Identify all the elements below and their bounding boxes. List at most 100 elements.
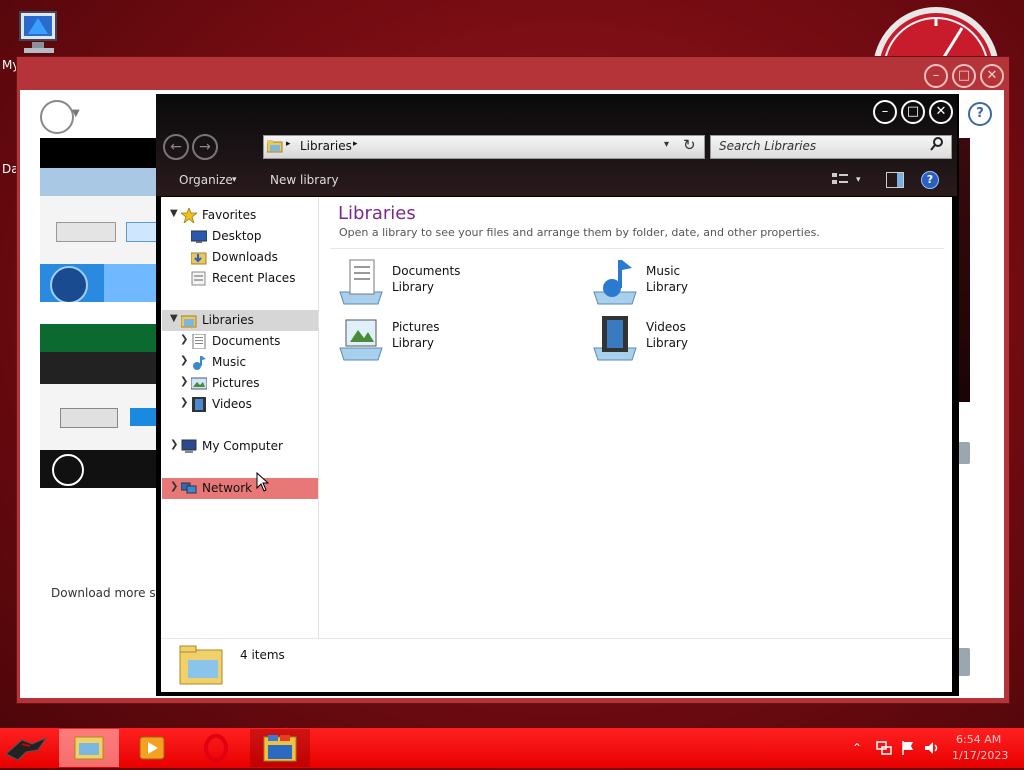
nav-label: Videos (212, 397, 252, 411)
breadcrumb-separator[interactable]: ▸ (353, 139, 358, 149)
libraries-folder-icon (178, 642, 226, 688)
breadcrumb-libraries[interactable]: Libraries (300, 139, 352, 153)
star-icon (179, 206, 199, 225)
chevron-down-icon[interactable]: ▼ (170, 208, 178, 219)
item-count: 4 items (240, 648, 285, 662)
nav-item-videos[interactable]: ❯ Videos (162, 394, 318, 415)
pictures-icon (190, 376, 208, 391)
taskbar-libraries-window[interactable] (250, 729, 310, 767)
nav-item-desktop[interactable]: Desktop (162, 226, 318, 247)
chevron-right-icon[interactable]: ❯ (180, 376, 188, 387)
library-type: Library (392, 336, 434, 350)
preview-pane-icon[interactable] (886, 172, 904, 188)
change-view-icon[interactable] (832, 172, 848, 186)
network-tray-icon[interactable] (876, 740, 892, 759)
action-center-flag-icon[interactable] (900, 740, 916, 759)
nav-item-music[interactable]: ❯ Music (162, 352, 318, 373)
recent-places-icon (191, 271, 207, 286)
nav-item-pictures[interactable]: ❯ Pictures (162, 373, 318, 394)
search-icon[interactable] (930, 137, 944, 155)
music-library-icon (592, 258, 638, 306)
details-pane (161, 638, 952, 692)
maximize-icon[interactable]: □ (901, 100, 925, 124)
breadcrumb-separator[interactable]: ▸ (286, 139, 291, 149)
downloads-folder-icon (190, 250, 207, 265)
nav-favorites[interactable]: ▼ Favorites (162, 205, 318, 226)
back-button[interactable]: ← (163, 134, 189, 160)
library-name: Pictures (392, 320, 440, 334)
nav-label: Libraries (202, 313, 254, 327)
libraries-folder-icon (180, 313, 197, 328)
taskbar-media-player[interactable] (122, 729, 182, 767)
chevron-down-icon[interactable]: ▼ (170, 313, 178, 324)
chevron-down-icon[interactable]: ▾ (664, 139, 669, 150)
chevron-right-icon[interactable]: ❯ (170, 439, 178, 450)
clock-time[interactable]: 6:54 AM (956, 733, 1001, 746)
nav-my-computer[interactable]: ❯ My Computer (162, 436, 318, 457)
taskbar-opera[interactable] (186, 729, 246, 767)
library-item-videos[interactable]: Videos Library (592, 314, 792, 362)
libraries-folder-icon (266, 139, 283, 153)
page-title: Libraries (338, 203, 416, 224)
network-icon (180, 481, 197, 496)
chevron-down-icon[interactable]: ▾ (232, 175, 237, 185)
nav-item-recent-places[interactable]: Recent Places (162, 268, 318, 289)
help-icon[interactable]: ? (968, 102, 992, 126)
skin-preview[interactable] (40, 324, 158, 488)
chevron-down-icon[interactable]: ▼ (72, 108, 80, 119)
nav-label: Documents (212, 334, 281, 348)
scrollbar-thumb[interactable] (958, 442, 970, 464)
nav-libraries[interactable]: ▼ Libraries (162, 310, 318, 331)
chevron-right-icon[interactable]: ❯ (180, 397, 188, 408)
page-subtitle: Open a library to see your files and arr… (339, 226, 820, 239)
search-placeholder: Search Libraries (719, 139, 817, 153)
nav-label: Favorites (202, 208, 257, 222)
taskbar-file-explorer[interactable] (59, 729, 119, 767)
nav-item-downloads[interactable]: Downloads (162, 247, 318, 268)
nav-label: Network (202, 481, 253, 495)
new-library-button[interactable]: New library (270, 173, 339, 187)
minimize-icon[interactable]: – (924, 64, 948, 88)
chevron-down-icon[interactable]: ▾ (856, 175, 861, 185)
chevron-right-icon[interactable]: ❯ (180, 334, 188, 345)
divider (330, 248, 944, 249)
my-computer-desktop-icon[interactable] (14, 8, 66, 58)
library-item-documents[interactable]: Documents Library (338, 258, 538, 306)
library-name: Music (646, 264, 681, 278)
desktop-icon (190, 229, 208, 244)
refresh-icon[interactable]: ↻ (683, 136, 696, 154)
computer-icon (181, 439, 197, 454)
skin-preview[interactable] (40, 138, 158, 302)
volume-icon[interactable] (924, 740, 940, 759)
mouse-cursor-icon (256, 471, 270, 492)
library-type: Library (646, 336, 688, 350)
videos-icon (191, 397, 207, 412)
close-icon[interactable]: ✕ (929, 100, 953, 124)
library-name: Documents (392, 264, 461, 278)
nav-label: Music (212, 355, 247, 369)
help-icon[interactable]: ? (921, 171, 939, 189)
documents-icon (191, 333, 207, 350)
documents-library-icon (338, 258, 384, 306)
nav-item-documents[interactable]: ❯ Documents (162, 331, 318, 352)
nav-label: My Computer (202, 439, 283, 453)
nav-label: Downloads (212, 250, 278, 264)
maximize-icon[interactable]: □ (952, 64, 976, 88)
start-button[interactable] (4, 732, 48, 764)
minimize-icon[interactable]: – (873, 100, 897, 124)
nav-network[interactable]: ❯ Network (162, 478, 318, 499)
show-hidden-icons-chevron[interactable]: ⌃ (852, 741, 862, 755)
library-item-music[interactable]: Music Library (592, 258, 792, 306)
library-type: Library (392, 280, 434, 294)
chevron-right-icon[interactable]: ❯ (170, 481, 178, 492)
scrollbar-thumb[interactable] (958, 648, 970, 676)
close-icon[interactable]: ✕ (980, 64, 1004, 88)
chevron-right-icon[interactable]: ❯ (180, 355, 188, 366)
forward-button[interactable]: → (192, 134, 218, 160)
view-options-icon[interactable] (40, 100, 74, 134)
clock-date[interactable]: 1/17/2023 (952, 749, 1008, 762)
library-item-pictures[interactable]: Pictures Library (338, 314, 538, 362)
organize-button[interactable]: Organize (179, 173, 233, 187)
music-icon (191, 355, 207, 370)
pictures-library-icon (338, 314, 384, 362)
